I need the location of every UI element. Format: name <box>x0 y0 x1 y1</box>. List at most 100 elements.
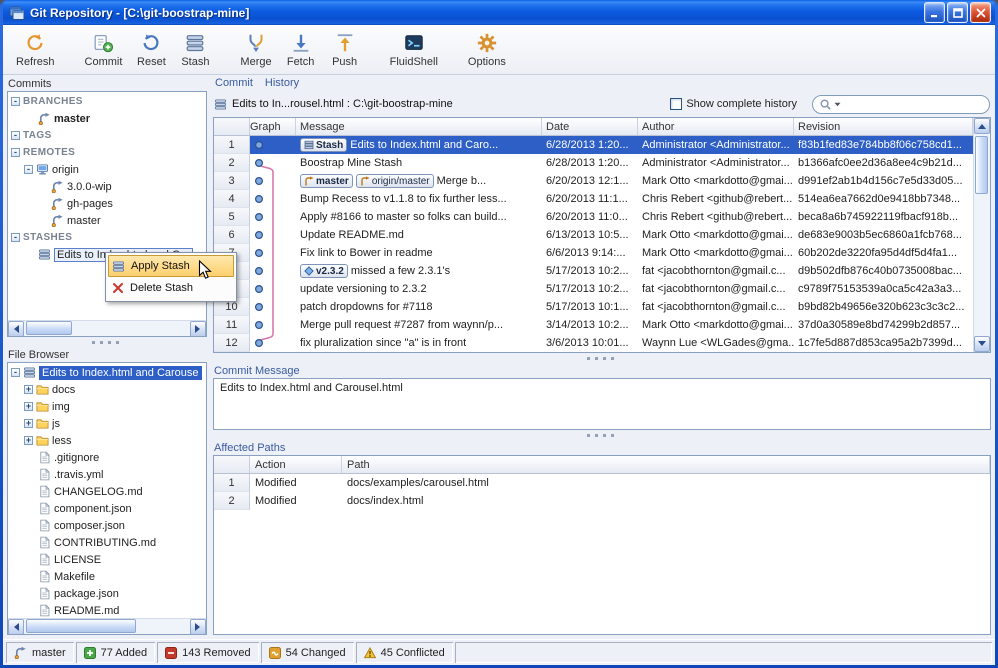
commits-tree-item[interactable]: - BRANCHES <box>8 93 206 110</box>
collapse-toggle[interactable]: - <box>11 148 20 157</box>
menu-item-apply-stash[interactable]: Apply Stash <box>108 255 234 277</box>
affected-path-row[interactable]: 1 Modified docs/examples/carousel.html <box>214 474 990 492</box>
file-tree-item[interactable]: .gitignore <box>8 449 206 466</box>
column-header-date[interactable]: Date <box>542 118 638 135</box>
toolbar-fetch-button[interactable]: Fetch <box>279 27 323 72</box>
paths-header-action[interactable]: Action <box>250 456 342 473</box>
history-row[interactable]: 12 fix pluralization since "a" is in fron… <box>214 334 973 352</box>
scroll-right-button[interactable] <box>190 321 206 336</box>
scroll-thumb[interactable] <box>975 136 988 194</box>
history-row[interactable]: 11 Merge pull request #7287 from waynn/p.… <box>214 316 973 334</box>
toolbar-stash-button[interactable]: Stash <box>173 27 217 72</box>
history-row[interactable]: 2 Boostrap Mine Stash 6/28/2013 1:20... Adm… <box>214 154 973 172</box>
commits-tree-item[interactable]: gh-pages <box>8 195 206 212</box>
history-row[interactable]: 3 master origin/master Merge b... 6/20/2013 … <box>214 172 973 190</box>
commits-tree-item[interactable]: master <box>8 212 206 229</box>
collapse-toggle[interactable]: - <box>11 233 20 242</box>
tab-commit[interactable]: Commit <box>215 77 253 93</box>
titlebar[interactable]: Git Repository - [C:\git-boostrap-mine] <box>3 0 995 25</box>
history-row[interactable]: 7Fix link to Bower in readme6/6/2013 9:1… <box>214 244 973 262</box>
scroll-track[interactable] <box>974 134 990 336</box>
expand-toggle[interactable]: + <box>24 419 33 428</box>
file-tree-item[interactable]: CHANGELOG.md <box>8 483 206 500</box>
file-tree-item[interactable]: README.md <box>8 602 206 618</box>
column-header-revision[interactable]: Revision <box>794 118 973 135</box>
maximize-button[interactable] <box>947 2 968 23</box>
expand-toggle[interactable]: + <box>24 385 33 394</box>
file-tree-item[interactable]: .travis.yml <box>8 466 206 483</box>
file-tree-item[interactable]: + less <box>8 432 206 449</box>
stash-badge-icon <box>304 140 314 150</box>
history-message-splitter[interactable] <box>213 353 991 364</box>
file-tree-item[interactable]: + docs <box>8 381 206 398</box>
search-box[interactable] <box>812 94 990 114</box>
toolbar-merge-button[interactable]: Merge <box>233 27 278 72</box>
toolbar-reset-button[interactable]: Reset <box>129 27 173 72</box>
column-header-message[interactable]: Message <box>296 118 542 135</box>
files-horizontal-scrollbar[interactable] <box>8 618 206 634</box>
scroll-up-button[interactable] <box>974 118 990 134</box>
file-tree-item[interactable]: component.json <box>8 500 206 517</box>
collapse-toggle[interactable]: - <box>11 131 20 140</box>
history-row[interactable]: 10 patch dropdowns for #7118 5/17/2013 10:… <box>214 298 973 316</box>
paths-header-rownum[interactable] <box>214 456 250 473</box>
file-tree-item[interactable]: + img <box>8 398 206 415</box>
scroll-track[interactable] <box>24 321 190 336</box>
history-row[interactable]: 9update versioning to 2.3.25/17/2013 10:… <box>214 280 973 298</box>
commits-horizontal-scrollbar[interactable] <box>8 320 206 336</box>
menu-item-delete-stash[interactable]: Delete Stash <box>108 277 234 299</box>
show-complete-history-checkbox[interactable]: Show complete history <box>670 98 797 110</box>
toolbar-refresh-button[interactable]: Refresh <box>9 27 62 72</box>
scroll-left-button[interactable] <box>8 619 24 634</box>
close-button[interactable] <box>970 2 991 23</box>
left-panel-splitter[interactable] <box>7 337 207 348</box>
history-row[interactable]: 8v2.3.2missed a few 2.3.1's5/17/2013 10:… <box>214 262 973 280</box>
file-tree-item[interactable]: package.json <box>8 585 206 602</box>
history-row[interactable]: 1 Stash Edits to Index.html and Caro... 6/2… <box>214 136 973 154</box>
toolbar-options-button[interactable]: Options <box>461 27 513 72</box>
commits-tree-item[interactable]: 3.0.0-wip <box>8 178 206 195</box>
scroll-left-button[interactable] <box>8 321 24 336</box>
commits-tree-item[interactable]: - STASHES <box>8 229 206 246</box>
fluidshell-icon <box>403 32 425 54</box>
history-row[interactable]: 5 Apply #8166 to master so folks can buil… <box>214 208 973 226</box>
scroll-right-button[interactable] <box>190 619 206 634</box>
history-vertical-scrollbar[interactable] <box>973 118 990 352</box>
expand-toggle[interactable]: + <box>24 402 33 411</box>
column-header-rownum[interactable] <box>214 118 250 135</box>
commits-tree-item[interactable]: - TAGS <box>8 127 206 144</box>
column-header-graph[interactable]: Graph <box>250 118 296 135</box>
scroll-track[interactable] <box>24 619 190 634</box>
search-input[interactable] <box>843 98 983 110</box>
commit-message-box[interactable]: Edits to Index.html and Carousel.html <box>213 378 991 430</box>
file-tree-item[interactable]: CONTRIBUTING.md <box>8 534 206 551</box>
affected-path-row[interactable]: 2 Modified docs/index.html <box>214 492 990 510</box>
toolbar-push-button[interactable]: Push <box>323 27 367 72</box>
collapse-toggle[interactable]: - <box>11 368 20 377</box>
column-header-author[interactable]: Author <box>638 118 794 135</box>
minimize-button[interactable] <box>924 2 945 23</box>
history-info-bar: Edits to In...rousel.html : C:\git-boost… <box>213 93 991 117</box>
tab-history[interactable]: History <box>265 77 299 93</box>
file-tree-item[interactable]: composer.json <box>8 517 206 534</box>
toolbar-fluidshell-button[interactable]: FluidShell <box>383 27 445 72</box>
expand-toggle[interactable]: + <box>24 436 33 445</box>
paths-header-path[interactable]: Path <box>342 456 990 473</box>
file-tree-item[interactable]: Makefile <box>8 568 206 585</box>
toolbar-commit-button[interactable]: Commit <box>78 27 130 72</box>
history-row[interactable]: 6 Update README.md 6/13/2013 10:5... Mark O… <box>214 226 973 244</box>
file-tree-item[interactable]: LICENSE <box>8 551 206 568</box>
collapse-toggle[interactable]: - <box>24 165 33 174</box>
message-paths-splitter[interactable] <box>213 430 991 441</box>
commits-tree-item[interactable]: - origin <box>8 161 206 178</box>
scroll-thumb[interactable] <box>26 619 136 633</box>
file-tree-item[interactable]: - Edits to Index.html and Carouse <box>8 364 206 381</box>
checkbox-box[interactable] <box>670 98 683 110</box>
scroll-thumb[interactable] <box>26 321 72 335</box>
commits-tree-item[interactable]: - REMOTES <box>8 144 206 161</box>
scroll-down-button[interactable] <box>974 336 990 352</box>
commits-tree-item[interactable]: master <box>8 110 206 127</box>
history-row[interactable]: 4 Bump Recess to v1.1.8 to fix further le… <box>214 190 973 208</box>
file-tree-item[interactable]: + js <box>8 415 206 432</box>
collapse-toggle[interactable]: - <box>11 97 20 106</box>
